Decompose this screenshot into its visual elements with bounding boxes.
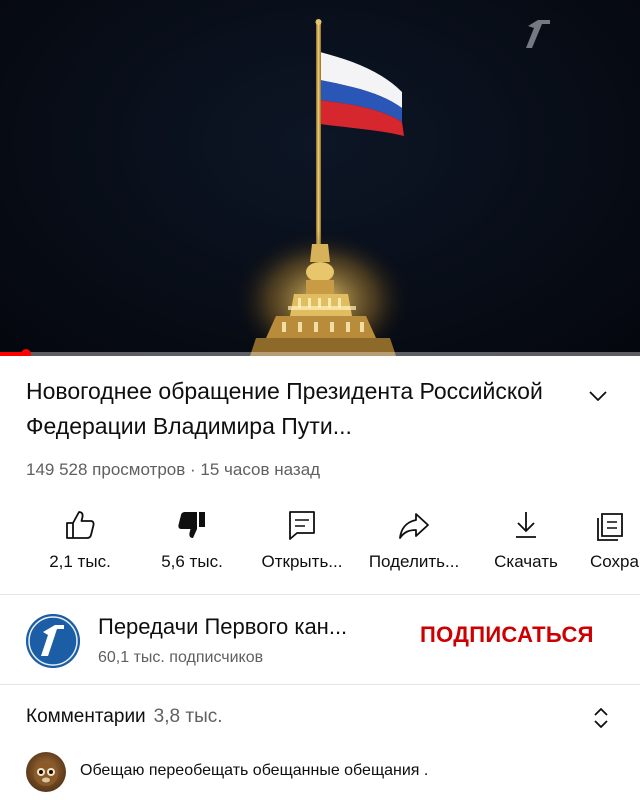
first-channel-logo-watermark — [526, 20, 550, 48]
upload-age: 15 часов назад — [200, 460, 321, 479]
subscribe-button[interactable]: ПОДПИСАТЬСЯ — [420, 622, 594, 648]
video-meta: 149 528 просмотров · 15 часов назад — [26, 460, 320, 480]
comments-title: Комментарии — [26, 706, 146, 727]
expand-collapse-icon[interactable] — [590, 704, 612, 732]
open-chat-label: Открыть... — [261, 552, 343, 571]
lemur-avatar-icon — [34, 762, 58, 786]
comments-header[interactable]: Комментарии 3,8 тыс. — [26, 706, 223, 728]
save-playlist-icon — [597, 513, 623, 541]
thumbs-down-filled-icon — [178, 512, 205, 538]
open-chat-button[interactable]: Открыть... — [246, 500, 358, 580]
download-button[interactable]: Скачать — [470, 500, 582, 580]
divider — [0, 594, 640, 595]
action-bar: 2,1 тыс. 5,6 тыс. Открыть... Поделить...… — [0, 500, 640, 580]
chevron-down-icon[interactable] — [586, 384, 610, 408]
share-label: Поделить... — [368, 552, 460, 571]
progress-bar-handle[interactable] — [20, 349, 31, 356]
download-label: Скачать — [494, 552, 558, 571]
video-title-block[interactable]: Новогоднее обращение Президента Российск… — [26, 374, 566, 444]
save-button[interactable]: Сохра — [582, 500, 640, 580]
meta-separator: · — [185, 460, 201, 479]
video-player[interactable] — [0, 0, 640, 356]
progress-bar[interactable] — [0, 349, 640, 356]
divider — [0, 684, 640, 685]
commenter-avatar[interactable] — [26, 752, 66, 792]
like-count: 2,1 тыс. — [49, 552, 111, 571]
dislike-button[interactable]: 5,6 тыс. — [136, 500, 248, 580]
first-channel-logo-icon — [26, 614, 80, 668]
view-count: 149 528 просмотров — [26, 460, 186, 479]
open-chat-icon — [289, 511, 315, 540]
share-button[interactable]: Поделить... — [358, 500, 470, 580]
download-icon — [516, 512, 536, 538]
channel-name[interactable]: Передачи Первого кан... — [98, 614, 347, 640]
video-frame-kremlin-flag — [232, 19, 412, 356]
like-button[interactable]: 2,1 тыс. — [24, 500, 136, 580]
dislike-count: 5,6 тыс. — [161, 552, 223, 571]
thumbs-up-icon — [66, 511, 95, 539]
comments-count: 3,8 тыс. — [153, 706, 223, 727]
save-label: Сохра — [590, 552, 639, 571]
share-arrow-icon — [399, 513, 429, 539]
video-title: Новогоднее обращение Президента Российск… — [26, 378, 543, 439]
top-comment-text: Обещаю переобещать обещанные обещания . — [80, 762, 429, 779]
channel-avatar[interactable] — [26, 614, 80, 668]
subscriber-count: 60,1 тыс. подписчиков — [98, 649, 264, 666]
